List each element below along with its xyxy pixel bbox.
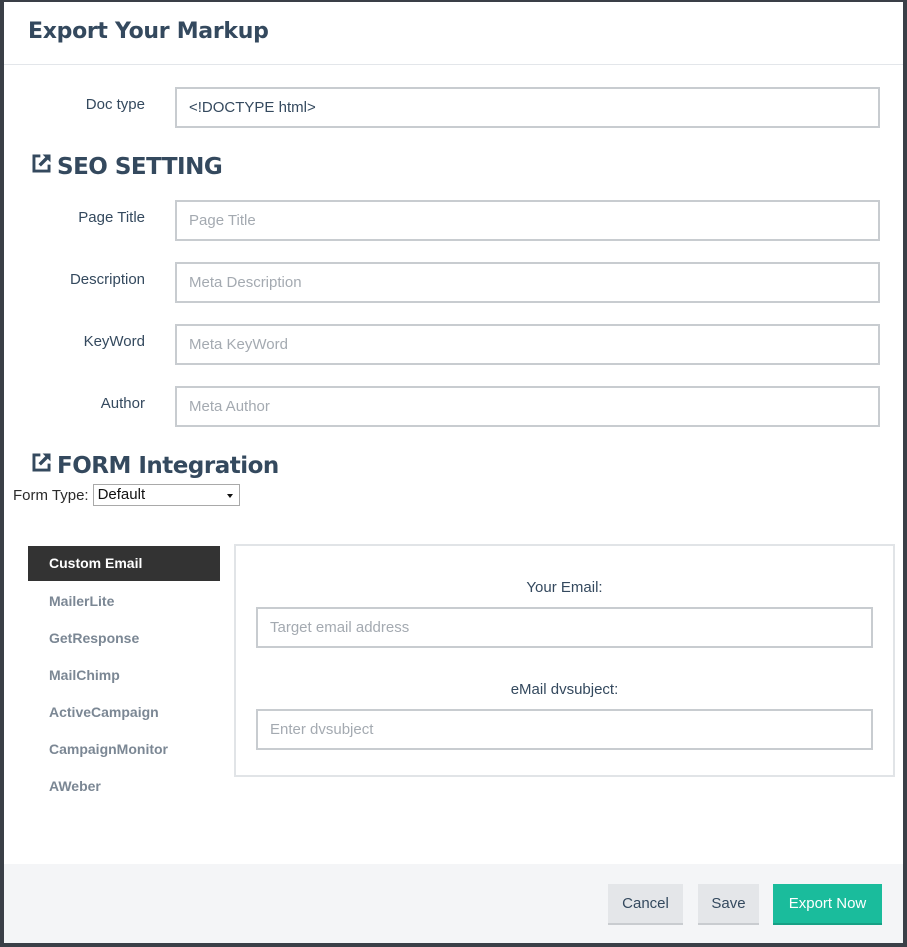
form-type-selected-value: Default [97, 486, 146, 503]
page-title-row: Page Title [4, 200, 903, 241]
form-integration-title: FORM Integration [57, 452, 279, 479]
provider-tab-aweber[interactable]: AWeber [28, 768, 220, 805]
description-input[interactable] [175, 262, 880, 303]
author-label: Author [100, 395, 145, 412]
modal-footer: Cancel Save Export Now [4, 864, 903, 943]
keyword-row: KeyWord [4, 324, 903, 365]
provider-tab-activecampaign[interactable]: ActiveCampaign [28, 694, 220, 731]
author-input[interactable] [175, 386, 880, 427]
doctype-row: Doc type [4, 87, 903, 128]
modal-title: Export Your Markup [28, 19, 269, 44]
doctype-input[interactable] [175, 87, 880, 128]
custom-email-panel: Your Email: eMail dvsubject: [234, 544, 895, 777]
email-subject-label: eMail dvsubject: [510, 681, 619, 698]
keyword-label: KeyWord [83, 333, 145, 350]
chevron-down-icon [226, 494, 233, 498]
modal-header: Export Your Markup [4, 2, 903, 65]
provider-list: Custom Email MailerLite GetResponse Mail… [28, 546, 220, 805]
keyword-input[interactable] [175, 324, 880, 365]
email-subject-input[interactable] [256, 709, 873, 750]
export-markup-modal: Export Your Markup Doc type SEO SETTING … [4, 2, 903, 943]
your-email-label: Your Email: [526, 579, 603, 596]
external-link-icon [28, 449, 57, 482]
page-title-input[interactable] [175, 200, 880, 241]
provider-tab-custom-email[interactable]: Custom Email [28, 546, 220, 581]
page-title-label: Page Title [78, 209, 145, 226]
form-type-label: Form Type: [13, 486, 89, 504]
provider-tab-campaignmonitor[interactable]: CampaignMonitor [28, 731, 220, 768]
provider-tab-getresponse[interactable]: GetResponse [28, 620, 220, 657]
target-email-input[interactable] [256, 607, 873, 648]
description-label: Description [69, 271, 145, 288]
description-row: Description [4, 262, 903, 303]
seo-setting-title: SEO SETTING [57, 153, 223, 180]
provider-tab-mailchimp[interactable]: MailChimp [28, 657, 220, 694]
doctype-label: Doc type [85, 96, 145, 113]
form-type-row: Form Type: Default [13, 484, 240, 506]
export-now-button[interactable]: Export Now [773, 884, 882, 925]
save-button[interactable]: Save [698, 884, 759, 925]
form-type-select[interactable]: Default [92, 484, 240, 506]
author-row: Author [4, 386, 903, 427]
form-integration-heading: FORM Integration [28, 449, 279, 482]
provider-tab-mailerlite[interactable]: MailerLite [28, 583, 220, 620]
cancel-button[interactable]: Cancel [608, 884, 683, 925]
seo-setting-heading: SEO SETTING [28, 150, 223, 183]
external-link-icon [28, 150, 57, 183]
